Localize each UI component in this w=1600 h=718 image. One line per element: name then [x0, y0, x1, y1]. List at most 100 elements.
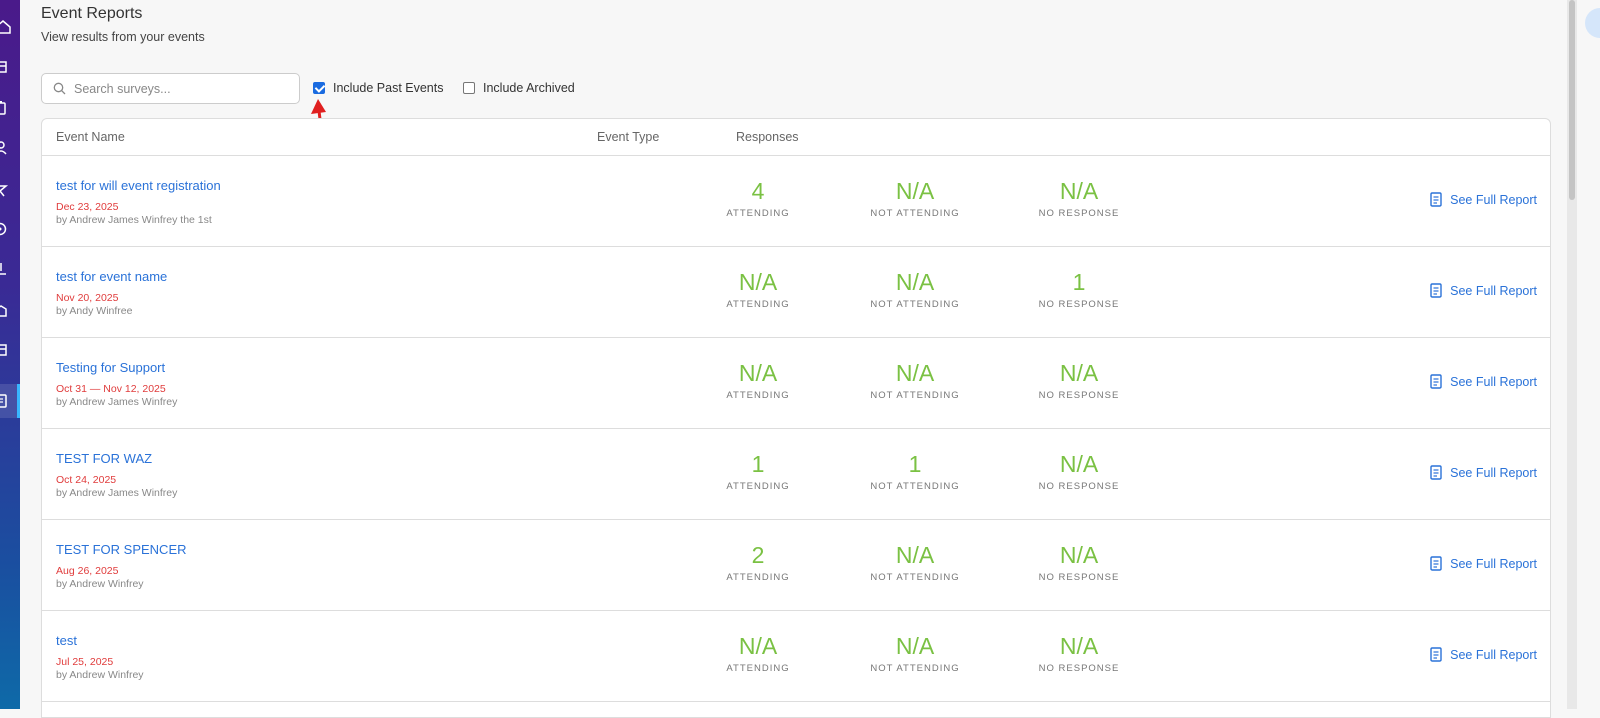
- event-author: by Andrew Winfrey: [56, 669, 144, 681]
- help-icon[interactable]: [0, 222, 14, 236]
- event-author: by Andrew James Winfrey the 1st: [56, 214, 212, 226]
- stat-value: N/A: [738, 633, 778, 659]
- stat-label: ATTENDING: [726, 390, 790, 401]
- see-full-report-link[interactable]: See Full Report: [1430, 647, 1537, 662]
- stat-value: N/A: [1059, 542, 1099, 568]
- page-header: Event Reports View results from your eve…: [41, 5, 205, 44]
- see-full-report-link[interactable]: See Full Report: [1430, 192, 1537, 207]
- stat-value: N/A: [895, 542, 935, 568]
- stat-value: N/A: [895, 633, 935, 659]
- page-subtitle: View results from your events: [41, 30, 205, 44]
- include-past-events-checkbox[interactable]: [313, 82, 325, 94]
- sidebar: [0, 0, 20, 709]
- folder-icon[interactable]: [0, 304, 14, 318]
- event-date: Oct 31 — Nov 12, 2025: [56, 383, 166, 395]
- event-name-link[interactable]: test: [56, 633, 77, 648]
- stat-label: NOT ATTENDING: [870, 299, 960, 310]
- event-date: Jul 25, 2025: [56, 656, 114, 668]
- users-icon[interactable]: [0, 141, 14, 155]
- stat-value: 1: [1072, 269, 1086, 295]
- document-icon: [1430, 283, 1442, 298]
- stat-value: 2: [751, 542, 765, 568]
- table-header: Event Name Event Type Responses: [42, 119, 1550, 156]
- stat-attending: N/A ATTENDING: [698, 360, 818, 401]
- stat-label: NOT ATTENDING: [870, 663, 960, 674]
- stat-label: ATTENDING: [726, 572, 790, 583]
- table-icon[interactable]: [0, 343, 14, 357]
- stat-no-response: N/A NO RESPONSE: [1019, 633, 1139, 674]
- event-name-link[interactable]: test for event name: [56, 269, 167, 284]
- event-date: Aug 26, 2025: [56, 565, 119, 577]
- event-date: Nov 20, 2025: [56, 292, 119, 304]
- stat-attending: N/A ATTENDING: [698, 269, 818, 310]
- include-archived-label[interactable]: Include Archived: [483, 81, 575, 95]
- document-icon: [1430, 192, 1442, 207]
- stat-value: N/A: [895, 269, 935, 295]
- stat-no-response: N/A NO RESPONSE: [1019, 178, 1139, 219]
- stat-label: NOT ATTENDING: [870, 481, 960, 492]
- search-box[interactable]: [41, 73, 300, 104]
- table-row: test for will event registration Dec 23, …: [42, 156, 1550, 247]
- calendar-icon[interactable]: [0, 60, 14, 74]
- include-past-events-label[interactable]: Include Past Events: [333, 81, 443, 95]
- stat-no-response: N/A NO RESPONSE: [1019, 451, 1139, 492]
- see-full-report-label: See Full Report: [1450, 192, 1537, 207]
- search-input[interactable]: [74, 74, 294, 103]
- see-full-report-link[interactable]: See Full Report: [1430, 374, 1537, 389]
- stat-not-attending: N/A NOT ATTENDING: [855, 178, 975, 219]
- home-icon[interactable]: [0, 20, 14, 34]
- column-header-responses: Responses: [736, 130, 799, 144]
- column-header-event-name: Event Name: [56, 130, 125, 144]
- see-full-report-label: See Full Report: [1450, 465, 1537, 480]
- stat-value: N/A: [1059, 451, 1099, 477]
- stat-value: 1: [908, 451, 922, 477]
- stat-value: N/A: [738, 360, 778, 386]
- stat-label: NO RESPONSE: [1038, 299, 1120, 310]
- event-name-link[interactable]: TEST FOR WAZ: [56, 451, 152, 466]
- stat-not-attending: 1 NOT ATTENDING: [855, 451, 975, 492]
- event-author: by Andrew James Winfrey: [56, 396, 178, 408]
- stat-label: NO RESPONSE: [1038, 390, 1120, 401]
- event-name-link[interactable]: Testing for Support: [56, 360, 165, 375]
- event-date: Oct 24, 2025: [56, 474, 117, 486]
- see-full-report-link[interactable]: See Full Report: [1430, 556, 1537, 571]
- stat-value: N/A: [1059, 360, 1099, 386]
- table-row: TEST FOR SPENCER Aug 26, 2025 by Andrew Wi…: [42, 520, 1550, 611]
- table-row: test for event name Nov 20, 2025 by Andy W…: [42, 247, 1550, 338]
- stat-label: ATTENDING: [726, 663, 790, 674]
- star-icon[interactable]: [0, 183, 14, 197]
- stat-label: NOT ATTENDING: [870, 572, 960, 583]
- document-icon: [1430, 647, 1442, 662]
- stat-attending: N/A ATTENDING: [698, 633, 818, 674]
- scrollbar-thumb[interactable]: [1569, 0, 1575, 200]
- stat-value: N/A: [895, 178, 935, 204]
- event-name-link[interactable]: test for will event registration: [56, 178, 221, 193]
- stat-no-response: 1 NO RESPONSE: [1019, 269, 1139, 310]
- stat-attending: 1 ATTENDING: [698, 451, 818, 492]
- document-icon: [1430, 465, 1442, 480]
- stat-value: N/A: [895, 360, 935, 386]
- stat-value: N/A: [1059, 633, 1099, 659]
- download-icon[interactable]: [0, 262, 14, 276]
- stat-attending: 2 ATTENDING: [698, 542, 818, 583]
- document-icon: [1430, 374, 1442, 389]
- see-full-report-link[interactable]: See Full Report: [1430, 283, 1537, 298]
- stat-label: NO RESPONSE: [1038, 481, 1120, 492]
- floating-action-button[interactable]: [1585, 8, 1600, 38]
- table-row: Testing for Support Oct 31 — Nov 12, 2025…: [42, 338, 1550, 429]
- stat-label: NO RESPONSE: [1038, 572, 1120, 583]
- column-header-event-type: Event Type: [597, 130, 660, 144]
- stat-no-response: N/A NO RESPONSE: [1019, 542, 1139, 583]
- see-full-report-label: See Full Report: [1450, 374, 1537, 389]
- stat-label: NOT ATTENDING: [870, 390, 960, 401]
- stat-value: 1: [751, 451, 765, 477]
- table-row: TEST FOR WAZ Oct 24, 2025 by Andrew James …: [42, 429, 1550, 520]
- page-title: Event Reports: [41, 5, 143, 22]
- stat-label: NOT ATTENDING: [870, 208, 960, 219]
- event-name-link[interactable]: TEST FOR SPENCER: [56, 542, 187, 557]
- see-full-report-link[interactable]: See Full Report: [1430, 465, 1537, 480]
- report-icon[interactable]: [0, 394, 14, 408]
- stat-not-attending: N/A NOT ATTENDING: [855, 633, 975, 674]
- clipboard-icon[interactable]: [0, 101, 14, 115]
- include-archived-checkbox[interactable]: [463, 82, 475, 94]
